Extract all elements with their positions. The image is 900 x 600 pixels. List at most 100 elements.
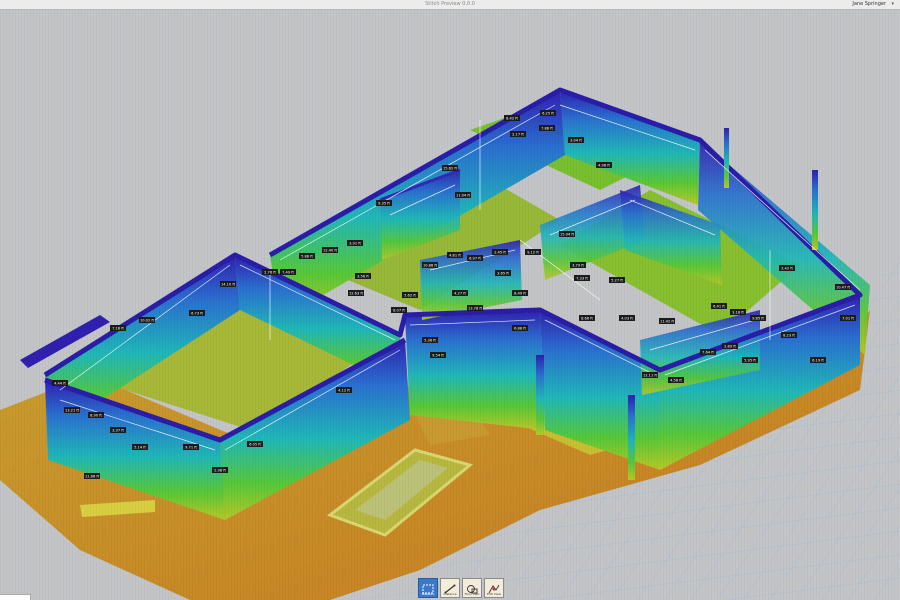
measurement-label[interactable]: 8.07 ft	[391, 307, 407, 313]
measurement-label-text: 3.79 ft	[572, 263, 584, 267]
measurement-label[interactable]: 4.03 ft	[619, 315, 635, 321]
measurement-label[interactable]: 3.18 ft	[730, 309, 746, 315]
point-cloud-viewport[interactable]: 8.42 ft 6.25 ft 2.17 ft 7.88 ft 3.04 ft 15.62…	[0, 10, 900, 600]
measurement-label-text: 4.96 ft	[598, 163, 610, 167]
measurement-label[interactable]: 3.79 ft	[570, 262, 586, 268]
measurement-label[interactable]: 6.19 ft	[810, 357, 826, 363]
measurement-label-text: 9.12 ft	[527, 250, 539, 254]
measurement-label-text: 9.71 ft	[185, 445, 197, 449]
tool-label: Distance	[443, 592, 457, 596]
measurement-label[interactable]: 8.66 ft	[579, 315, 595, 321]
measurement-label[interactable]: 7.01 ft	[840, 315, 856, 321]
measurement-label[interactable]: 3.56 ft	[355, 273, 371, 279]
tool-button-edit-view[interactable]: Edit View	[484, 578, 504, 598]
measurement-label[interactable]: 8.90 ft	[88, 412, 104, 418]
measurement-label-text: 9.85 ft	[752, 316, 764, 320]
measurement-label[interactable]: 11.42 ft	[659, 318, 675, 324]
measurement-label-text: 7.88 ft	[541, 126, 553, 130]
measurement-label[interactable]: 3.65 ft	[495, 270, 511, 276]
measurement-label[interactable]: 12.11 ft	[642, 372, 658, 378]
measurement-label[interactable]: 9.85 ft	[750, 315, 766, 321]
measurement-label[interactable]: 6.05 ft	[247, 441, 263, 447]
measurement-label[interactable]: 6.97 ft	[467, 255, 483, 261]
measurement-label-text: 4.27 ft	[454, 291, 466, 295]
measurement-label-text: 3.65 ft	[497, 271, 509, 275]
measurement-label-text: 2.89 ft	[724, 344, 736, 348]
measurement-label[interactable]: 7.49 ft	[280, 269, 296, 275]
measurement-label[interactable]: 3.91 ft	[347, 240, 363, 246]
measurement-label[interactable]: 9.71 ft	[183, 444, 199, 450]
user-menu[interactable]: Jane Springer	[852, 0, 886, 9]
measurement-label-text: 6.05 ft	[249, 442, 261, 446]
measurement-label-text: 8.49 ft	[514, 291, 526, 295]
measurement-label[interactable]: 2.89 ft	[722, 343, 738, 349]
chevron-down-icon[interactable]: ▾	[891, 0, 894, 9]
measurement-label-text: 9.54 ft	[432, 353, 444, 357]
measurement-label[interactable]: 4.44 ft	[52, 380, 68, 386]
measurement-label-text: 7.64 ft	[702, 350, 714, 354]
measurement-label[interactable]: 3.04 ft	[568, 137, 584, 143]
measurement-label[interactable]: 10.47 ft	[835, 284, 851, 290]
measurement-label[interactable]: 15.04 ft	[559, 231, 575, 237]
measurement-label[interactable]: 11.04 ft	[455, 192, 471, 198]
measurement-label-text: 8.42 ft	[506, 116, 518, 120]
measurement-label[interactable]: 5.88 ft	[299, 253, 315, 259]
measurement-label[interactable]: 4.12 ft	[336, 387, 352, 393]
measurement-label-text: 6.41 ft	[713, 304, 725, 308]
measurement-label-text: 7.33 ft	[576, 276, 588, 280]
measurement-label-text: 8.66 ft	[581, 316, 593, 320]
measurement-label-text: 9.35 ft	[378, 201, 390, 205]
measurement-label[interactable]: 3.37 ft	[110, 427, 126, 433]
measurement-label[interactable]: 12.63 ft	[348, 290, 364, 296]
measurement-label[interactable]: 5.62 ft	[402, 292, 418, 298]
measurement-label[interactable]: 11.86 ft	[84, 473, 100, 479]
measurement-label[interactable]: 14.10 ft	[220, 281, 236, 287]
measurement-label[interactable]: 7.16 ft	[110, 325, 126, 331]
measurement-label[interactable]: 13.21 ft	[64, 407, 80, 413]
measurement-label-text: 2.45 ft	[494, 250, 506, 254]
measurement-label[interactable]: 6.73 ft	[189, 310, 205, 316]
tool-button-floor-plan[interactable]: Floor Plan	[462, 578, 482, 598]
measurement-label-text: 10.88 ft	[423, 263, 438, 267]
title-bar: Stitch Preview 0.0.0 Jane Springer ▾	[0, 0, 900, 10]
measurement-label[interactable]: 2.45 ft	[492, 249, 508, 255]
tool-label: Measure	[421, 592, 435, 596]
measurement-label[interactable]: 6.41 ft	[711, 303, 727, 309]
measurement-label[interactable]: 8.23 ft	[781, 332, 797, 338]
measurement-label[interactable]: 8.42 ft	[504, 115, 520, 121]
measurement-label[interactable]: 4.58 ft	[668, 377, 684, 383]
measurement-label[interactable]: 9.54 ft	[430, 352, 446, 358]
measurement-label[interactable]: 4.96 ft	[596, 162, 612, 168]
measurement-label[interactable]: 9.12 ft	[525, 249, 541, 255]
tool-button-distance[interactable]: Distance	[440, 578, 460, 598]
measurement-label[interactable]: 4.81 ft	[447, 252, 463, 258]
measurement-label[interactable]: 6.25 ft	[540, 110, 556, 116]
measurement-label[interactable]: 7.88 ft	[539, 125, 555, 131]
measurement-label[interactable]: 15.62 ft	[442, 165, 458, 171]
measurement-label[interactable]: 7.33 ft	[574, 275, 590, 281]
measurement-label-text: 3.56 ft	[357, 274, 369, 278]
measurement-label[interactable]: 13.78 ft	[467, 305, 483, 311]
measurement-label[interactable]: 2.17 ft	[510, 131, 526, 137]
measurement-label[interactable]: 5.14 ft	[132, 444, 148, 450]
measurement-label[interactable]: 5.36 ft	[422, 337, 438, 343]
measurement-label-text: 7.49 ft	[282, 270, 294, 274]
measurement-label[interactable]: 5.95 ft	[742, 357, 758, 363]
measurement-label[interactable]: 9.35 ft	[376, 200, 392, 206]
measurement-label[interactable]: 2.76 ft	[262, 269, 278, 275]
measurement-label[interactable]: 3.42 ft	[779, 265, 795, 271]
measurement-label[interactable]: 4.27 ft	[452, 290, 468, 296]
measurement-label[interactable]: 12.40 ft	[322, 247, 338, 253]
measurement-label[interactable]: 7.64 ft	[700, 349, 716, 355]
measurement-label-text: 6.73 ft	[191, 311, 203, 315]
measurement-label[interactable]: 10.88 ft	[422, 262, 438, 268]
measurement-label[interactable]: 8.49 ft	[512, 290, 528, 296]
measurement-label[interactable]: 6.88 ft	[512, 325, 528, 331]
measurement-label[interactable]: 2.98 ft	[212, 467, 228, 473]
tool-button-measure[interactable]: Measure	[418, 578, 438, 598]
window-title: Stitch Preview 0.0.0	[425, 1, 475, 7]
scene-svg[interactable]: 8.42 ft 6.25 ft 2.17 ft 7.88 ft 3.04 ft 15.62…	[0, 10, 900, 600]
measurement-label-text: 14.10 ft	[221, 282, 236, 286]
measurement-label[interactable]: 10.02 ft	[139, 317, 155, 323]
measurement-label[interactable]: 5.27 ft	[609, 277, 625, 283]
